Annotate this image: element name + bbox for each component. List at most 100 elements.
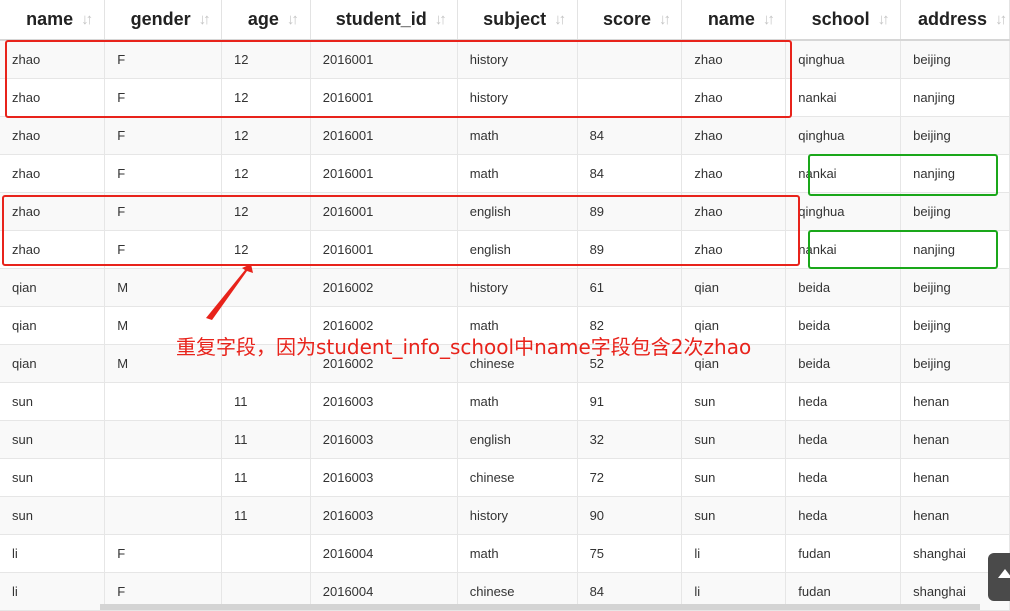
table-cell: 84 <box>577 116 683 155</box>
table-cell: 72 <box>577 458 683 497</box>
table-cell: english <box>457 230 578 269</box>
table-cell: 11 <box>221 496 311 535</box>
table-cell: zhao <box>0 154 106 193</box>
table-cell: 2016001 <box>310 116 458 155</box>
sort-arrows-icon[interactable]: ↓↑ <box>659 11 671 28</box>
table-cell: nanjing <box>900 78 1010 117</box>
column-header-5[interactable]: score ↓↑ <box>577 0 683 41</box>
column-header-0[interactable]: name ↓↑ <box>0 0 106 41</box>
table-cell: zhao <box>0 78 106 117</box>
table-cell: beijing <box>900 344 1010 383</box>
table-cell: 2016004 <box>310 534 458 573</box>
table-cell: 12 <box>221 40 311 79</box>
table-cell: 2016003 <box>310 382 458 421</box>
column-header-3[interactable]: student_id ↓↑ <box>310 0 458 41</box>
table-cell: 11 <box>221 382 311 421</box>
table-row[interactable]: zhao F 12 2016001 english 89 zhao nankai nanjing <box>0 230 1010 269</box>
table-row[interactable]: sun 11 2016003 chinese 72 sun heda henan <box>0 458 1010 497</box>
table-cell: math <box>457 154 578 193</box>
table-row[interactable]: zhao F 12 2016001 history zhao nankai nanjing <box>0 78 1010 117</box>
table-row[interactable]: sun 11 2016003 math 91 sun heda henan <box>0 382 1010 421</box>
table-cell: sun <box>681 382 787 421</box>
table-cell: henan <box>900 420 1010 459</box>
table-cell: math <box>457 116 578 155</box>
column-header-label: school <box>811 9 870 30</box>
table-cell: sun <box>0 420 106 459</box>
table-cell: beida <box>785 306 902 345</box>
table-row[interactable]: zhao F 12 2016001 math 84 zhao qinghua beijing <box>0 116 1010 155</box>
table-cell <box>104 496 223 535</box>
table-row[interactable]: zhao F 12 2016001 history zhao qinghua beijing <box>0 40 1010 79</box>
table-cell: 2016001 <box>310 192 458 231</box>
table-row[interactable]: li F 2016004 math 75 li fudan shanghai <box>0 534 1010 573</box>
table-row[interactable]: zhao F 12 2016001 english 89 zhao qinghua beijin… <box>0 192 1010 231</box>
table-cell: henan <box>900 382 1010 421</box>
table-cell: qian <box>681 268 787 307</box>
sort-arrows-icon[interactable]: ↓↑ <box>81 11 93 28</box>
column-header-label: gender <box>130 9 191 30</box>
table-cell: english <box>457 420 578 459</box>
table-cell: 2016003 <box>310 420 458 459</box>
table-row[interactable]: sun 11 2016003 english 32 sun heda henan <box>0 420 1010 459</box>
scroll-top-button[interactable] <box>988 553 1010 601</box>
table-cell <box>104 420 223 459</box>
table-cell: 90 <box>577 496 683 535</box>
table-cell: 11 <box>221 458 311 497</box>
table-cell: 11 <box>221 420 311 459</box>
sort-arrows-icon[interactable]: ↓↑ <box>287 11 299 28</box>
table-cell: F <box>104 230 223 269</box>
sort-arrows-icon[interactable]: ↓↑ <box>763 11 775 28</box>
table-body: zhao F 12 2016001 history zhao qinghua beijing z… <box>0 40 1010 611</box>
annotation-text: 重复字段，因为student_info_school中name字段包含2次zha… <box>176 335 752 359</box>
table-cell: 2016001 <box>310 78 458 117</box>
table-cell: 2016001 <box>310 230 458 269</box>
table-cell: nanjing <box>900 154 1010 193</box>
table-cell: 2016003 <box>310 496 458 535</box>
table-cell: 2016001 <box>310 40 458 79</box>
table-cell: 2016003 <box>310 458 458 497</box>
column-header-4[interactable]: subject ↓↑ <box>457 0 578 41</box>
table-cell: math <box>457 382 578 421</box>
table-cell: zhao <box>0 230 106 269</box>
table-cell: qian <box>0 268 106 307</box>
sort-arrows-icon[interactable]: ↓↑ <box>878 11 890 28</box>
table-cell: beijing <box>900 268 1010 307</box>
column-header-1[interactable]: gender ↓↑ <box>104 0 223 41</box>
column-header-label: name <box>26 9 74 30</box>
table-cell: heda <box>785 420 902 459</box>
table-cell: nanjing <box>900 230 1010 269</box>
column-header-6[interactable]: name ↓↑ <box>681 0 787 41</box>
table-cell: 12 <box>221 78 311 117</box>
table-cell: 2016001 <box>310 154 458 193</box>
sort-arrows-icon[interactable]: ↓↑ <box>554 11 566 28</box>
table-cell: zhao <box>681 230 787 269</box>
column-header-label: student_id <box>335 9 427 30</box>
column-header-2[interactable]: age ↓↑ <box>221 0 311 41</box>
table-cell: 75 <box>577 534 683 573</box>
table-cell: math <box>457 534 578 573</box>
table-cell: 12 <box>221 154 311 193</box>
column-header-label: score <box>602 9 651 30</box>
table-cell: zhao <box>0 192 106 231</box>
table-cell: zhao <box>681 192 787 231</box>
table-cell: nankai <box>785 230 902 269</box>
table-cell: beijing <box>900 40 1010 79</box>
table-cell: 12 <box>221 192 311 231</box>
table-cell: 32 <box>577 420 683 459</box>
column-header-8[interactable]: address ↓↑ <box>900 0 1010 41</box>
data-table: name ↓↑ gender ↓↑ age ↓↑ student_id ↓↑ subject ↓↑… <box>0 0 1010 611</box>
table-cell: english <box>457 192 578 231</box>
table-cell: F <box>104 154 223 193</box>
table-row[interactable]: sun 11 2016003 history 90 sun heda henan <box>0 496 1010 535</box>
table-row[interactable]: qian M 2016002 history 61 qian beida beijing <box>0 268 1010 307</box>
sort-arrows-icon[interactable]: ↓↑ <box>435 11 447 28</box>
table-cell: henan <box>900 458 1010 497</box>
column-header-7[interactable]: school ↓↑ <box>785 0 902 41</box>
horizontal-scrollbar[interactable] <box>100 604 980 610</box>
table-cell: 12 <box>221 116 311 155</box>
table-cell: li <box>681 534 787 573</box>
sort-arrows-icon[interactable]: ↓↑ <box>199 11 211 28</box>
table-row[interactable]: zhao F 12 2016001 math 84 zhao nankai nanjing <box>0 154 1010 193</box>
table-cell: F <box>104 40 223 79</box>
sort-arrows-icon[interactable]: ↓↑ <box>995 11 1007 28</box>
